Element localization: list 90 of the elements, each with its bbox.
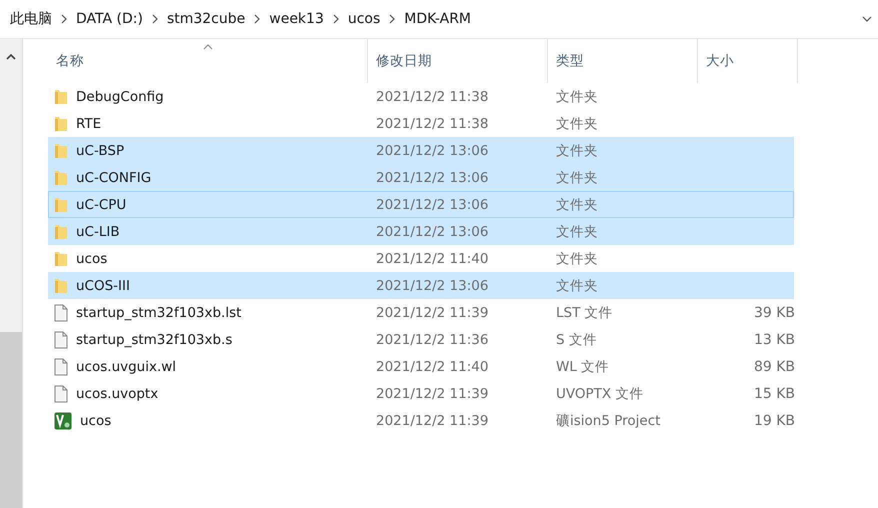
file-row[interactable]: RTE 2021/12/2 11:38 文件夹 — [48, 110, 794, 137]
chevron-down-icon[interactable] — [862, 15, 872, 23]
file-name: uC-CONFIG — [76, 170, 152, 186]
file-name: RTE — [76, 116, 102, 132]
breadcrumb-item[interactable]: 此电脑 — [10, 10, 52, 28]
modified-date: 2021/12/2 11:39 — [375, 386, 490, 402]
modified-date: 2021/12/2 13:06 — [375, 224, 490, 240]
file-name: uC-LIB — [76, 224, 120, 240]
file-size: 19 KB — [752, 412, 795, 428]
file-row[interactable]: ucos 2021/12/2 11:40 文件夹 — [48, 245, 794, 272]
modified-date: 2021/12/2 11:36 — [375, 332, 490, 348]
file-type: 文件夹 — [555, 250, 599, 268]
modified-date: 2021/12/2 13:06 — [375, 278, 490, 294]
file-row[interactable]: uCOS-III 2021/12/2 13:06 文件夹 — [48, 272, 794, 299]
file-name: ucos.uvguix.wl — [76, 358, 176, 374]
modified-date: 2021/12/2 13:06 — [375, 170, 490, 186]
file-icon — [54, 304, 68, 322]
file-type: S 文件 — [555, 330, 598, 348]
column-header[interactable]: 修改日期 — [368, 39, 548, 83]
file-size: 39 KB — [752, 304, 795, 320]
column-header[interactable]: 大小 — [698, 39, 798, 83]
breadcrumb-item[interactable]: stm32cube — [166, 11, 246, 27]
file-type: WL 文件 — [555, 358, 610, 376]
folder-icon — [54, 142, 68, 158]
folder-icon — [54, 88, 68, 104]
file-type: 文件夹 — [555, 276, 599, 294]
modified-date: 2021/12/2 13:06 — [375, 196, 490, 212]
file-name: startup_stm32f103xb.lst — [76, 304, 242, 320]
file-row[interactable]: uC-BSP 2021/12/2 13:06 文件夹 — [48, 137, 794, 164]
file-type: 礦ision5 Project — [555, 412, 662, 430]
file-row[interactable]: uC-CPU 2021/12/2 13:06 文件夹 — [48, 191, 794, 218]
file-size: 15 KB — [752, 386, 795, 402]
file-type: UVOPTX 文件 — [555, 384, 644, 402]
modified-date: 2021/12/2 11:39 — [375, 412, 490, 428]
file-name: uCOS-III — [76, 278, 130, 294]
file-row[interactable]: DebugConfig 2021/12/2 11:38 文件夹 — [48, 83, 794, 110]
file-row[interactable]: ucos.uvoptx 2021/12/2 11:39 UVOPTX 文件 15 KB — [48, 380, 794, 407]
chevron-icon[interactable] — [253, 14, 262, 24]
folder-icon — [54, 250, 68, 266]
breadcrumb-item[interactable]: MDK-ARM — [404, 11, 471, 27]
chevron-icon[interactable] — [150, 14, 159, 24]
file-row[interactable]: uC-CONFIG 2021/12/2 13:06 文件夹 — [48, 164, 794, 191]
file-type: 文件夹 — [555, 222, 599, 240]
scrollbar[interactable] — [0, 39, 23, 508]
file-type: 文件夹 — [555, 196, 599, 214]
file-name: startup_stm32f103xb.s — [76, 332, 232, 348]
folder-icon — [54, 196, 68, 212]
scroll-up-icon[interactable] — [6, 53, 16, 60]
chevron-icon[interactable] — [60, 14, 68, 24]
file-row[interactable]: ucos.uvguix.wl 2021/12/2 11:40 WL 文件 89 KB — [48, 353, 794, 380]
chevron-icon[interactable] — [388, 14, 396, 24]
file-size: 89 KB — [752, 358, 795, 374]
modified-date: 2021/12/2 11:40 — [375, 358, 490, 374]
project-icon — [54, 412, 72, 430]
file-type: 文件夹 — [555, 168, 599, 186]
file-name: ucos — [76, 250, 108, 266]
breadcrumb-item[interactable]: week13 — [269, 11, 324, 27]
chevron-icon[interactable] — [332, 14, 340, 24]
modified-date: 2021/12/2 11:38 — [375, 88, 490, 104]
file-type: 文件夹 — [555, 114, 599, 132]
file-type: 文件夹 — [555, 88, 599, 106]
file-name: ucos.uvoptx — [76, 386, 158, 402]
file-icon — [54, 330, 68, 348]
column-header[interactable]: 类型 — [548, 39, 698, 83]
file-row[interactable]: startup_stm32f103xb.s 2021/12/2 11:36 S 文件 13 KB — [48, 326, 794, 353]
scrollbar-thumb[interactable] — [0, 332, 22, 508]
folder-icon — [54, 116, 68, 132]
file-size: 13 KB — [752, 332, 795, 348]
folder-icon — [54, 278, 68, 294]
file-row[interactable]: startup_stm32f103xb.lst 2021/12/2 11:39 LST 文件 39 KB — [48, 299, 794, 326]
file-row[interactable]: ucos 2021/12/2 11:39 礦ision5 Project 19 KB — [48, 407, 794, 434]
file-type: LST 文件 — [555, 304, 614, 322]
file-type: 文件夹 — [555, 142, 599, 160]
modified-date: 2021/12/2 11:39 — [375, 304, 490, 320]
folder-icon — [54, 170, 68, 186]
file-name: uC-BSP — [76, 142, 124, 158]
modified-date: 2021/12/2 13:06 — [375, 142, 490, 158]
file-icon — [54, 358, 68, 376]
file-name: DebugConfig — [76, 88, 164, 104]
folder-icon — [54, 224, 68, 240]
file-name: ucos — [80, 412, 112, 428]
breadcrumb-item[interactable]: DATA (D:) — [76, 11, 143, 27]
sort-icon — [202, 44, 212, 50]
breadcrumb-item[interactable]: ucos — [348, 11, 380, 27]
file-icon — [54, 384, 68, 402]
column-header[interactable]: 名称 — [48, 39, 368, 83]
file-row[interactable]: uC-LIB 2021/12/2 13:06 文件夹 — [48, 218, 794, 245]
file-name: uC-CPU — [76, 196, 126, 212]
modified-date: 2021/12/2 11:40 — [375, 250, 490, 266]
modified-date: 2021/12/2 11:38 — [375, 116, 490, 132]
